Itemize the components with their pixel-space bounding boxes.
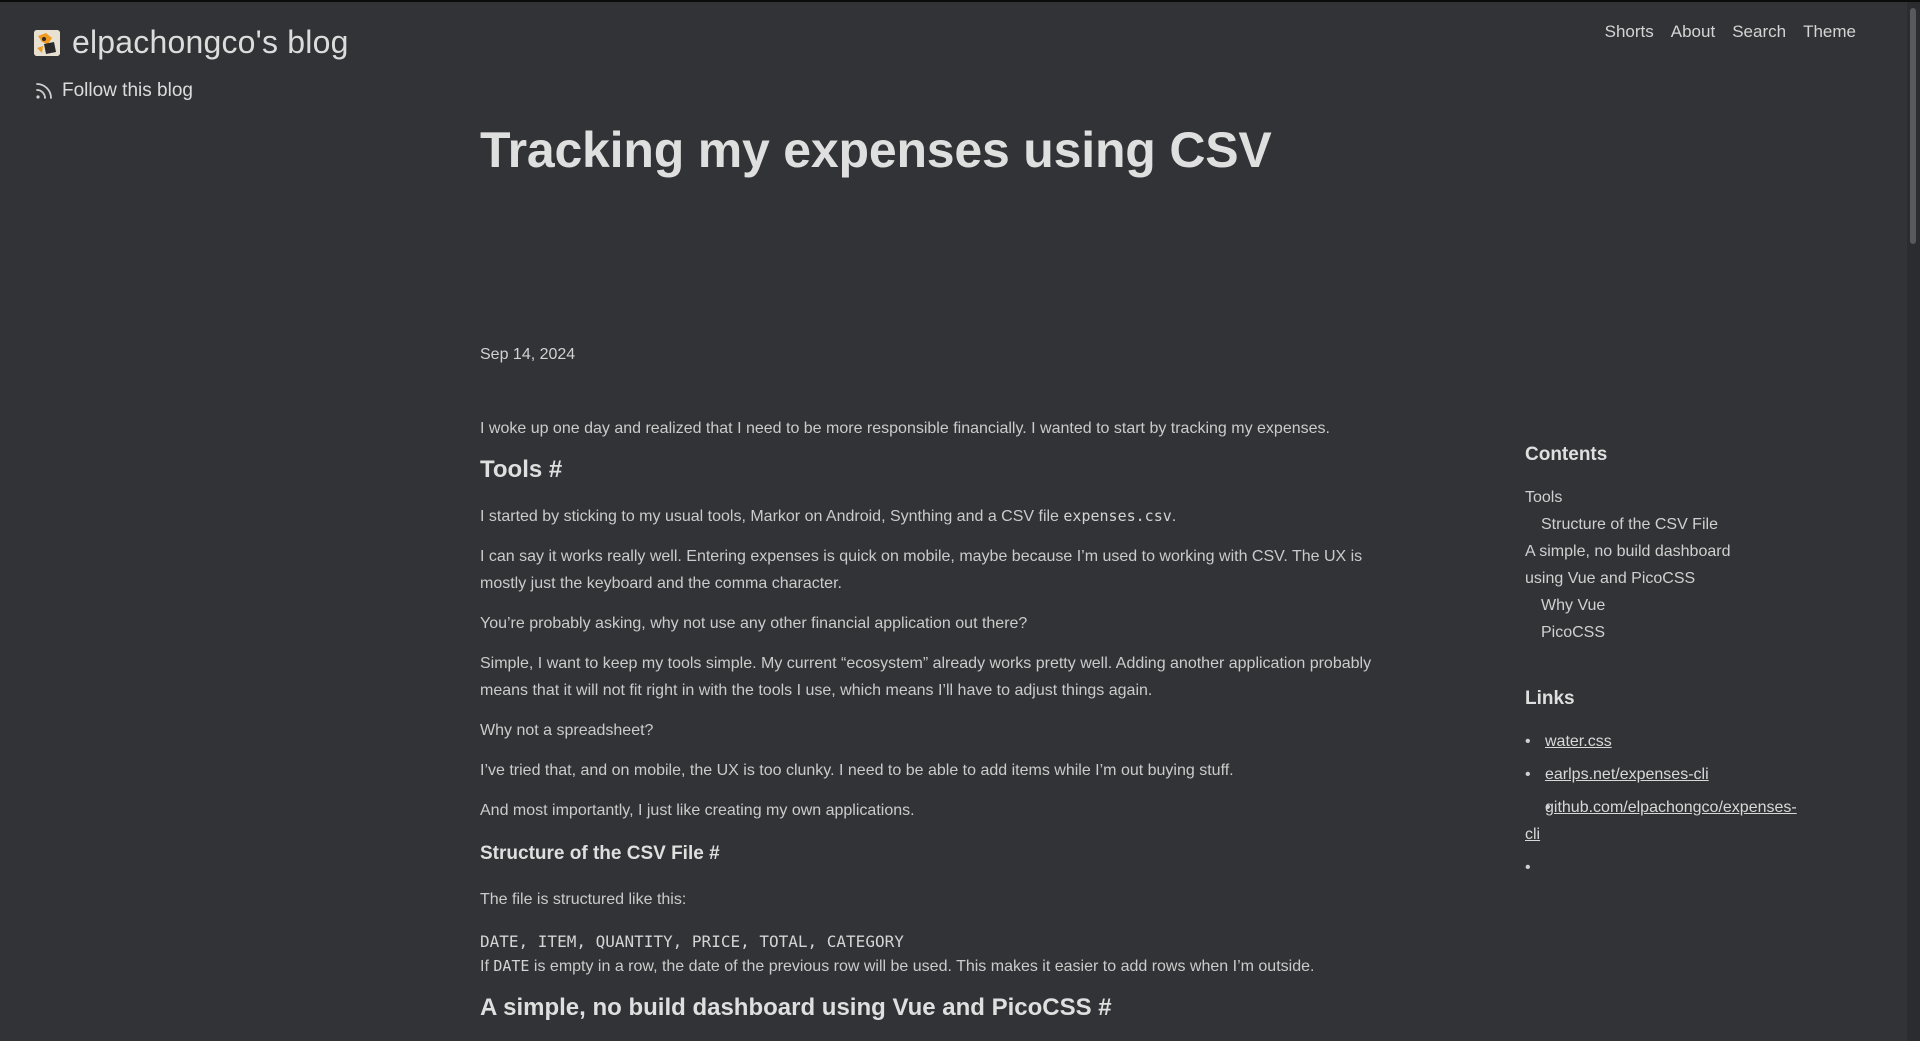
top-nav: Shorts About Search Theme: [1605, 22, 1856, 42]
links-title: Links: [1525, 688, 1575, 709]
paragraph: And most importantly, I just like creati…: [480, 802, 915, 819]
post-title: Tracking my expenses using CSV: [480, 122, 1272, 178]
text: is empty in a row, the date of the previ…: [529, 958, 1315, 975]
table-of-contents: Tools Structure of the CSV File A simple…: [1525, 484, 1755, 646]
list-item: github.com/elpachongco/expenses-cli: [1525, 794, 1797, 848]
list-item: earlps.net/expenses-cli: [1525, 761, 1755, 788]
inline-code: expenses.csv: [1063, 507, 1172, 525]
heading-structure: Structure of the CSV File #: [480, 843, 720, 864]
paragraph: You’re probably asking, why not use any …: [480, 615, 1028, 632]
toc-item-picocss[interactable]: PicoCSS: [1525, 619, 1755, 646]
rss-icon: [36, 83, 52, 99]
text: I started by sticking to my usual tools,…: [480, 508, 1064, 525]
scrollbar-thumb[interactable]: [1910, 8, 1916, 244]
paragraph: Why not a spreadsheet?: [480, 722, 654, 739]
toc-item-tools[interactable]: Tools: [1525, 484, 1755, 511]
paragraph: I started by sticking to my usual tools,…: [480, 503, 1372, 530]
nav-search[interactable]: Search: [1732, 22, 1786, 42]
inline-code: DATE: [493, 957, 530, 975]
post-date: Sep 14, 2024: [480, 346, 576, 363]
text: If: [480, 958, 494, 975]
nav-theme[interactable]: Theme: [1803, 22, 1856, 42]
blog-title-link[interactable]: elpachongco's blog: [72, 24, 349, 61]
list-item: water.css: [1525, 728, 1755, 755]
toc-item-dashboard[interactable]: A simple, no build dashboard using Vue a…: [1525, 538, 1755, 592]
code-block: DATE, ITEM, QUANTITY, PRICE, TOTAL, CATE…: [480, 932, 904, 951]
link-earlps-expenses-cli[interactable]: earlps.net/expenses-cli: [1545, 766, 1709, 783]
paragraph: The file is structured like this:: [480, 891, 687, 908]
post-article: Tracking my expenses using CSV Sep 14, 2…: [480, 112, 1372, 1041]
toc-item-why-vue[interactable]: Why Vue: [1525, 592, 1755, 619]
link-github-expenses-cli[interactable]: github.com/elpachongco/expenses-cli: [1525, 799, 1797, 843]
post-content: I woke up one day and realized that I ne…: [480, 415, 1372, 1023]
intro-paragraph: I woke up one day and realized that I ne…: [480, 420, 1330, 437]
nav-about[interactable]: About: [1671, 22, 1715, 42]
follow-blog-link[interactable]: Follow this blog: [34, 80, 193, 102]
links-list: water.css earlps.net/expenses-cli github…: [1525, 728, 1797, 881]
contents-title: Contents: [1525, 444, 1608, 465]
blog-logo-icon: [34, 29, 60, 56]
follow-label: Follow this blog: [62, 80, 193, 101]
link-water-css[interactable]: water.css: [1545, 733, 1612, 750]
paragraph: I’ve tried that, and on mobile, the UX i…: [480, 762, 1234, 779]
text: .: [1171, 508, 1177, 525]
toc-item-structure[interactable]: Structure of the CSV File: [1525, 511, 1755, 538]
paragraph: If DATE is empty in a row, the date of t…: [480, 953, 1372, 980]
paragraph: I can say it works really well. Entering…: [480, 548, 1363, 592]
page-scrollbar[interactable]: [1907, 2, 1920, 1041]
paragraph: Simple, I want to keep my tools simple. …: [480, 655, 1372, 699]
heading-tools: Tools #: [480, 456, 563, 483]
blog-brand[interactable]: elpachongco's blog: [34, 24, 349, 61]
sidebar: Contents Tools Structure of the CSV File…: [1525, 444, 1797, 881]
nav-shorts[interactable]: Shorts: [1605, 22, 1654, 42]
heading-dashboard: A simple, no build dashboard using Vue a…: [480, 994, 1112, 1021]
